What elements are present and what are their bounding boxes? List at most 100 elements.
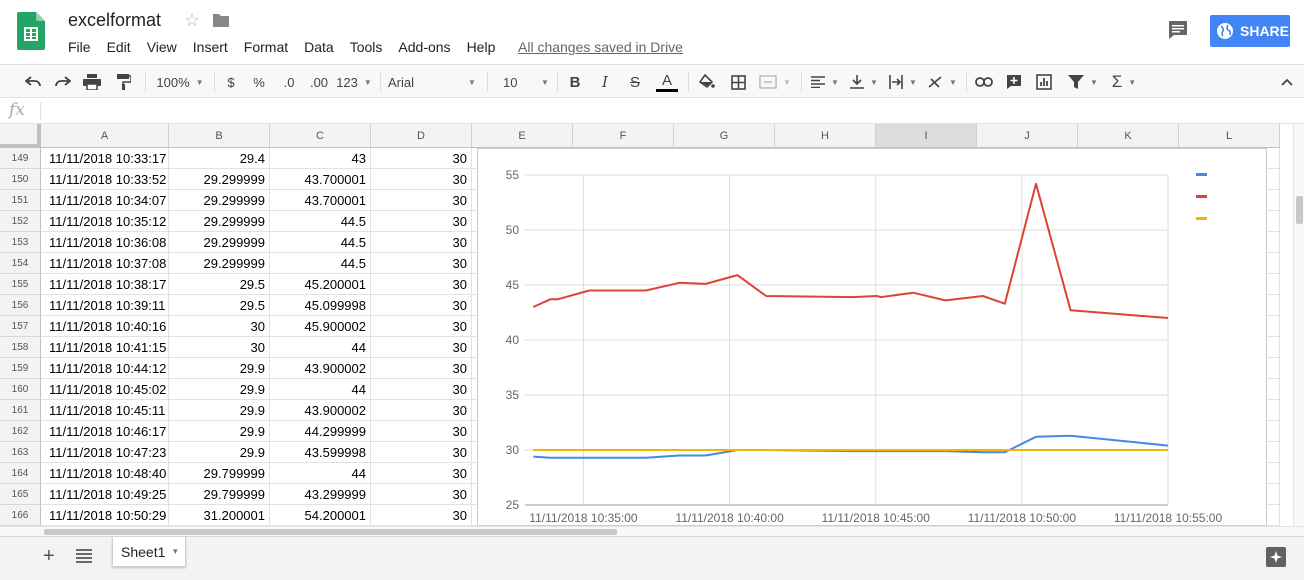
row-header[interactable]: 156	[0, 295, 41, 316]
cell-b[interactable]: 29.4	[169, 148, 270, 169]
menu-edit[interactable]: Edit	[99, 37, 139, 57]
cell-c[interactable]: 54.200001	[270, 505, 371, 526]
cell-a[interactable]: 11/11/2018 10:35:12	[41, 211, 169, 232]
redo-icon[interactable]	[52, 71, 74, 93]
font-size-select[interactable]: 10 ▼	[497, 71, 551, 93]
cell-a[interactable]: 11/11/2018 10:40:16	[41, 316, 169, 337]
cell-a[interactable]: 11/11/2018 10:38:17	[41, 274, 169, 295]
horizontal-scroll-thumb[interactable]	[44, 529, 617, 535]
folder-icon[interactable]	[212, 12, 230, 28]
menu-addons[interactable]: Add-ons	[390, 37, 458, 57]
column-header-e[interactable]: E	[472, 124, 573, 148]
cell-d[interactable]: 30	[371, 505, 472, 526]
row-header[interactable]: 157	[0, 316, 41, 337]
cell-c[interactable]: 44.5	[270, 253, 371, 274]
fill-color-icon[interactable]	[696, 71, 718, 93]
menu-format[interactable]: Format	[236, 37, 296, 57]
share-button[interactable]: SHARE	[1210, 15, 1290, 47]
column-header-f[interactable]: F	[573, 124, 674, 148]
cell-a[interactable]: 11/11/2018 10:46:17	[41, 421, 169, 442]
cell-d[interactable]: 30	[371, 379, 472, 400]
column-header-h[interactable]: H	[775, 124, 876, 148]
strikethrough-button[interactable]: S	[626, 71, 644, 93]
cell-c[interactable]: 45.099998	[270, 295, 371, 316]
cell-a[interactable]: 11/11/2018 10:33:17	[41, 148, 169, 169]
row-header[interactable]: 158	[0, 337, 41, 358]
cell-d[interactable]: 30	[371, 337, 472, 358]
menu-tools[interactable]: Tools	[342, 37, 391, 57]
cell-a[interactable]: 11/11/2018 10:34:07	[41, 190, 169, 211]
menu-data[interactable]: Data	[296, 37, 342, 57]
row-header[interactable]: 160	[0, 379, 41, 400]
cell-b[interactable]: 29.9	[169, 400, 270, 421]
cell-c[interactable]: 43.299999	[270, 484, 371, 505]
borders-icon[interactable]	[728, 71, 748, 93]
percent-format-button[interactable]: %	[250, 71, 268, 93]
cell-d[interactable]: 30	[371, 358, 472, 379]
row-header[interactable]: 166	[0, 505, 41, 526]
decrease-decimal-button[interactable]: .0	[278, 71, 300, 93]
star-icon[interactable]: ☆	[184, 10, 200, 31]
row-header[interactable]: 164	[0, 463, 41, 484]
column-header-l[interactable]: L	[1179, 124, 1280, 148]
row-header[interactable]: 163	[0, 442, 41, 463]
cell-b[interactable]: 29.299999	[169, 211, 270, 232]
cell-b[interactable]: 30	[169, 337, 270, 358]
cell-c[interactable]: 45.200001	[270, 274, 371, 295]
italic-button[interactable]: I	[596, 71, 614, 93]
menu-file[interactable]: File	[60, 37, 99, 57]
text-rotation-icon[interactable]: ▼	[926, 71, 958, 93]
increase-decimal-button[interactable]: .00	[306, 71, 332, 93]
menu-insert[interactable]: Insert	[185, 37, 236, 57]
horizontal-align-icon[interactable]: ▼	[809, 71, 841, 93]
row-header[interactable]: 159	[0, 358, 41, 379]
zoom-select[interactable]: 100% ▼	[153, 71, 207, 93]
cell-a[interactable]: 11/11/2018 10:41:15	[41, 337, 169, 358]
more-formats-button[interactable]: 123 ▼	[336, 71, 372, 93]
row-header[interactable]: 155	[0, 274, 41, 295]
cell-c[interactable]: 43.700001	[270, 190, 371, 211]
cell-b[interactable]: 29.799999	[169, 463, 270, 484]
document-title[interactable]: excelformat	[68, 10, 161, 31]
cell-a[interactable]: 11/11/2018 10:44:12	[41, 358, 169, 379]
select-all-corner[interactable]	[0, 124, 41, 148]
row-header[interactable]: 154	[0, 253, 41, 274]
column-header-a[interactable]: A	[41, 124, 169, 148]
cell-c[interactable]: 44	[270, 463, 371, 484]
cell-c[interactable]: 43.599998	[270, 442, 371, 463]
cell-b[interactable]: 31.200001	[169, 505, 270, 526]
print-icon[interactable]	[81, 71, 103, 93]
cell-c[interactable]: 44.5	[270, 211, 371, 232]
line-chart[interactable]: 25 30 35 40 45 50 55 11/11/2018 10:35:00 11/11/2…	[477, 148, 1267, 526]
text-color-button[interactable]: A	[655, 71, 679, 93]
vertical-align-icon[interactable]: ▼	[848, 71, 880, 93]
cell-d[interactable]: 30	[371, 421, 472, 442]
cell-b[interactable]: 29.799999	[169, 484, 270, 505]
formula-input[interactable]	[46, 101, 1286, 121]
row-header[interactable]: 151	[0, 190, 41, 211]
cell-c[interactable]: 44.299999	[270, 421, 371, 442]
vertical-scrollbar[interactable]	[1293, 124, 1304, 526]
cell-a[interactable]: 11/11/2018 10:49:25	[41, 484, 169, 505]
column-header-b[interactable]: B	[169, 124, 270, 148]
cell-d[interactable]: 30	[371, 442, 472, 463]
cell-b[interactable]: 29.5	[169, 274, 270, 295]
save-status[interactable]: All changes saved in Drive	[518, 37, 683, 57]
cell-a[interactable]: 11/11/2018 10:45:02	[41, 379, 169, 400]
insert-chart-icon[interactable]	[1033, 71, 1055, 93]
cell-c[interactable]: 43.900002	[270, 400, 371, 421]
cell-a[interactable]: 11/11/2018 10:33:52	[41, 169, 169, 190]
cell-a[interactable]: 11/11/2018 10:48:40	[41, 463, 169, 484]
cell-a[interactable]: 11/11/2018 10:50:29	[41, 505, 169, 526]
cell-a[interactable]: 11/11/2018 10:39:11	[41, 295, 169, 316]
cell-b[interactable]: 29.9	[169, 358, 270, 379]
explore-icon[interactable]	[1266, 547, 1286, 567]
cell-b[interactable]: 30	[169, 316, 270, 337]
cell-d[interactable]: 30	[371, 463, 472, 484]
add-sheet-button[interactable]: +	[43, 545, 55, 568]
filter-icon[interactable]: ▼	[1063, 71, 1103, 93]
cell-b[interactable]: 29.9	[169, 379, 270, 400]
cell-c[interactable]: 44	[270, 379, 371, 400]
row-header[interactable]: 153	[0, 232, 41, 253]
cell-a[interactable]: 11/11/2018 10:47:23	[41, 442, 169, 463]
